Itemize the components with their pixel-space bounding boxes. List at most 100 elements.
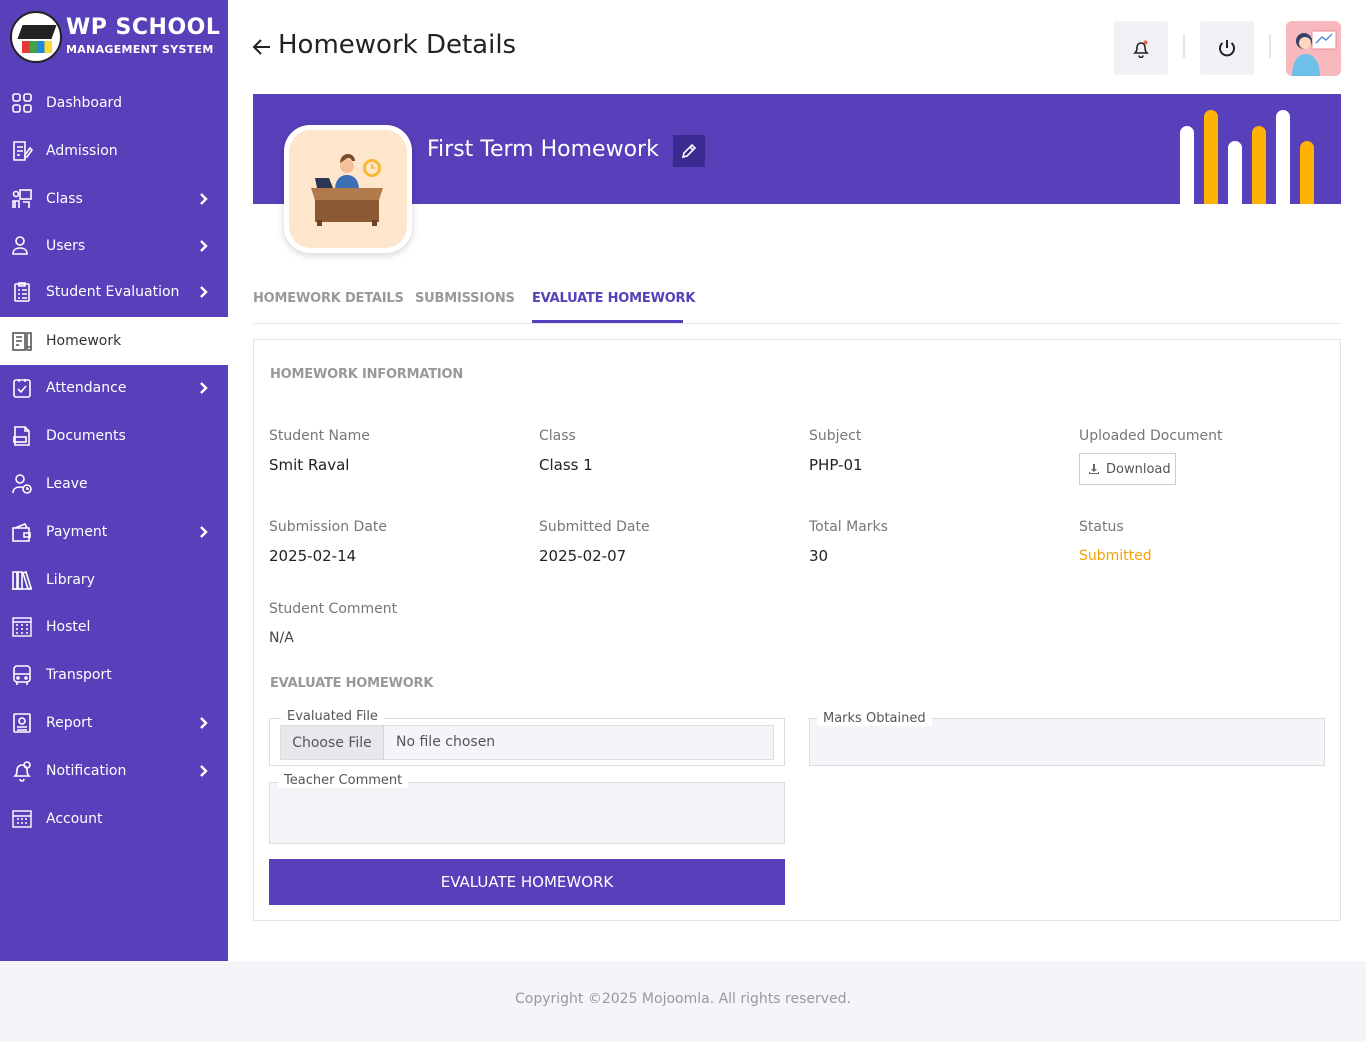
hostel-icon <box>12 617 32 637</box>
sidebar-item-account[interactable]: Account <box>0 795 228 843</box>
sidebar-item-label: Notification <box>46 763 127 779</box>
sidebar-item-label: Account <box>46 811 103 827</box>
homework-tabs: HOMEWORK DETAILS SUBMISSIONS EVALUATE HO… <box>253 280 1341 324</box>
bell-icon <box>1133 40 1149 58</box>
dashboard-icon <box>12 93 32 113</box>
sidebar-item-documents[interactable]: Documents <box>0 412 228 460</box>
school-logo-icon <box>10 11 62 63</box>
chevron-right-icon <box>200 240 208 252</box>
sidebar-item-student-evaluation[interactable]: Student Evaluation <box>0 268 228 316</box>
chevron-right-icon <box>200 193 208 205</box>
student-name-label: Student Name <box>269 428 370 444</box>
sidebar-item-users[interactable]: Users <box>0 222 228 270</box>
sidebar-item-dashboard[interactable]: Dashboard <box>0 79 228 127</box>
page-title: Homework Details <box>278 30 517 60</box>
download-button[interactable]: Download <box>1079 453 1176 485</box>
sidebar-item-label: Report <box>46 715 93 731</box>
chevron-right-icon <box>200 526 208 538</box>
sidebar-item-leave[interactable]: Leave <box>0 460 228 508</box>
sidebar-item-label: Transport <box>46 667 112 683</box>
sidebar-item-hostel[interactable]: Hostel <box>0 603 228 651</box>
header-divider <box>1183 34 1185 58</box>
status-badge: Submitted <box>1079 548 1152 564</box>
sidebar-item-label: Dashboard <box>46 95 122 111</box>
evaluate-homework-title: EVALUATE HOMEWORK <box>270 676 434 691</box>
subject-value: PHP-01 <box>809 456 863 474</box>
homework-icon <box>12 332 32 351</box>
library-icon <box>12 570 32 591</box>
evaluation-icon <box>14 282 30 302</box>
teacher-avatar-icon <box>1292 30 1337 76</box>
sidebar-item-library[interactable]: Library <box>0 556 228 604</box>
bus-icon <box>13 665 31 685</box>
marks-obtained-label: Marks Obtained <box>817 711 932 726</box>
sidebar-item-transport[interactable]: Transport <box>0 651 228 699</box>
evaluated-file-input[interactable]: Choose File No file chosen <box>280 725 774 760</box>
tab-submissions[interactable]: SUBMISSIONS <box>415 291 515 306</box>
sidebar-item-label: Class <box>46 191 83 207</box>
document-icon <box>13 426 30 446</box>
sidebar-item-label: Attendance <box>46 380 127 396</box>
student-comment-label: Student Comment <box>269 601 398 617</box>
sidebar-item-label: Payment <box>46 524 108 540</box>
admission-icon <box>13 141 33 161</box>
chevron-right-icon <box>200 717 208 729</box>
sidebar-item-label: Hostel <box>46 619 91 635</box>
chevron-right-icon <box>200 286 208 298</box>
footer: Copyright ©2025 Mojoomla. All rights res… <box>0 961 1366 1042</box>
logout-button[interactable] <box>1200 21 1254 75</box>
sidebar-item-payment[interactable]: Payment <box>0 508 228 556</box>
notification-icon <box>13 761 31 782</box>
student-comment-value: N/A <box>269 630 294 646</box>
evaluate-homework-button[interactable]: EVALUATE HOMEWORK <box>269 859 785 905</box>
subject-label: Subject <box>809 428 862 444</box>
teacher-comment-input[interactable] <box>269 782 785 844</box>
header-divider <box>1269 34 1271 58</box>
sidebar-item-admission[interactable]: Admission <box>0 127 228 175</box>
brand-subtitle: MANAGEMENT SYSTEM <box>66 43 214 56</box>
user-icon <box>12 236 28 255</box>
back-arrow-icon[interactable] <box>252 36 272 58</box>
tab-evaluate-homework[interactable]: EVALUATE HOMEWORK <box>532 291 695 306</box>
homework-thumbnail <box>284 125 412 253</box>
sidebar-item-label: Admission <box>46 143 118 159</box>
homework-title: First Term Homework <box>427 137 659 162</box>
tab-homework-details[interactable]: HOMEWORK DETAILS <box>253 291 404 306</box>
sidebar-item-attendance[interactable]: Attendance <box>0 364 228 412</box>
sidebar-item-notification[interactable]: Notification <box>0 747 228 795</box>
brand-logo[interactable]: WP SCHOOL MANAGEMENT SYSTEM <box>10 11 220 63</box>
class-icon <box>12 189 32 208</box>
download-label: Download <box>1106 461 1171 477</box>
attendance-icon <box>13 379 31 398</box>
sidebar-item-report[interactable]: Report <box>0 699 228 747</box>
status-label: Status <box>1079 519 1124 535</box>
homework-information-title: HOMEWORK INFORMATION <box>270 367 464 382</box>
teacher-comment-label: Teacher Comment <box>278 773 409 788</box>
sidebar-item-class[interactable]: Class <box>0 175 228 223</box>
brand-title: WP SCHOOL <box>66 15 221 40</box>
sidebar-item-label: Homework <box>46 333 122 349</box>
power-icon <box>1219 40 1235 57</box>
sidebar-item-label: Users <box>46 238 86 254</box>
sidebar: WP SCHOOL MANAGEMENT SYSTEM Dashboard Ad… <box>0 0 228 961</box>
choose-file-button[interactable]: Choose File <box>281 726 384 759</box>
pencil-icon <box>681 143 697 159</box>
report-icon <box>13 713 31 733</box>
user-avatar[interactable] <box>1286 21 1341 76</box>
chevron-right-icon <box>200 765 208 777</box>
notification-button[interactable] <box>1114 21 1168 75</box>
active-tab-indicator <box>532 320 683 323</box>
submitted-date-value: 2025-02-07 <box>539 547 627 565</box>
account-icon <box>12 810 32 828</box>
submission-date-value: 2025-02-14 <box>269 547 357 565</box>
wallet-icon <box>12 522 31 542</box>
sidebar-item-homework[interactable]: Homework <box>0 317 228 365</box>
submission-date-label: Submission Date <box>269 519 388 535</box>
total-marks-value: 30 <box>809 547 829 565</box>
sidebar-item-label: Leave <box>46 476 88 492</box>
evaluated-file-label: Evaluated File <box>281 709 384 724</box>
homework-banner <box>253 94 1341 204</box>
edit-homework-button[interactable] <box>673 135 705 167</box>
class-label: Class <box>539 428 576 444</box>
sidebar-item-label: Documents <box>46 428 126 444</box>
